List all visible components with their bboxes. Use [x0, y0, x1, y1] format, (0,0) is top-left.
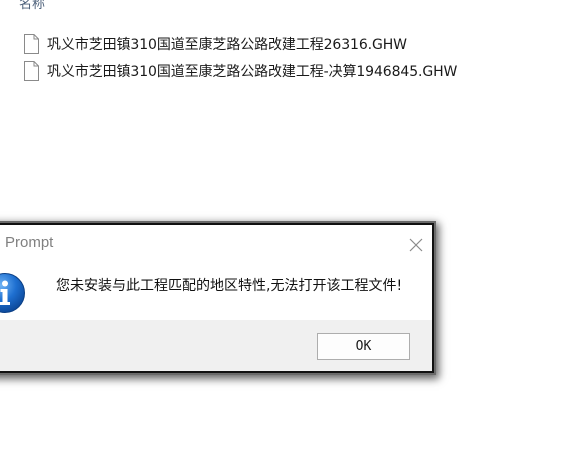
document-icon [24, 61, 39, 81]
file-list-item[interactable]: 巩义市芝田镇310国道至康芝路公路改建工程-决算1946845.GHW [23, 60, 457, 82]
ok-button[interactable]: OK [317, 333, 410, 360]
document-icon [24, 34, 39, 54]
file-list-item[interactable]: 巩义市芝田镇310国道至康芝路公路改建工程26316.GHW [23, 33, 407, 55]
dialog-footer: OK [0, 320, 432, 371]
info-icon [0, 273, 25, 313]
column-header-name[interactable]: 名称 [19, 0, 45, 13]
dialog-message: 您未安装与此工程匹配的地区特性,无法打开该工程文件! [56, 278, 403, 294]
prompt-dialog: Prompt 您未安装与此工程匹配的地区特性,无法打开该工程文件! OK [0, 223, 434, 373]
dialog-title: Prompt [5, 234, 54, 251]
close-icon[interactable] [408, 237, 424, 253]
file-name: 巩义市芝田镇310国道至康芝路公路改建工程-决算1946845.GHW [47, 64, 458, 80]
file-name: 巩义市芝田镇310国道至康芝路公路改建工程26316.GHW [47, 37, 407, 53]
